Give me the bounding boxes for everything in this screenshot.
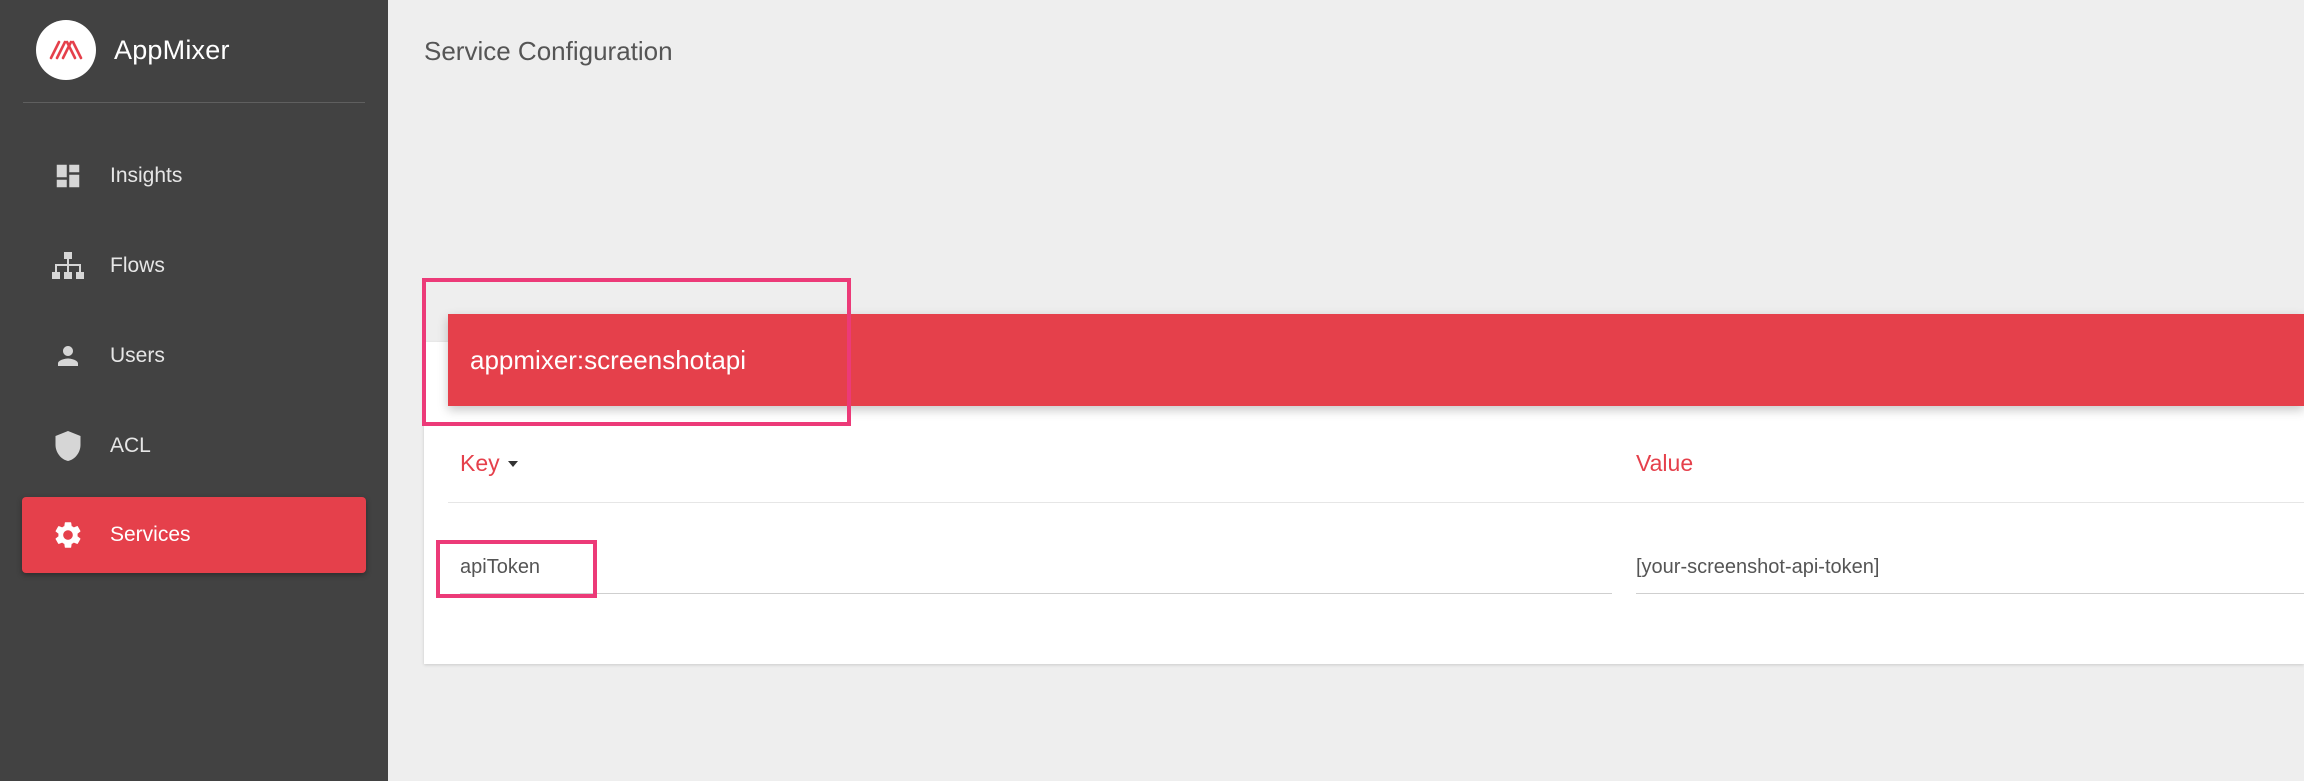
column-header-key[interactable]: Key <box>460 450 518 477</box>
sidebar-item-label: ACL <box>110 434 151 457</box>
service-name: appmixer:screenshotapi <box>470 344 747 375</box>
gear-icon <box>50 517 86 553</box>
sidebar: AppMixer Insights Flows Users ACL Servic… <box>0 0 388 781</box>
service-header[interactable]: appmixer:screenshotapi <box>448 314 2304 406</box>
sidebar-item-services[interactable]: Services <box>22 497 366 573</box>
value-input[interactable] <box>1636 548 2304 594</box>
sidebar-item-acl[interactable]: ACL <box>22 408 366 484</box>
brand[interactable]: AppMixer <box>36 20 230 80</box>
sidebar-divider <box>23 102 365 103</box>
sidebar-item-label: Flows <box>110 254 165 277</box>
sidebar-item-label: Insights <box>110 164 183 187</box>
person-icon <box>50 338 86 374</box>
table-header-divider <box>448 502 2304 503</box>
sidebar-item-flows[interactable]: Flows <box>22 228 366 304</box>
column-header-value[interactable]: Value <box>1636 450 1693 477</box>
sitemap-icon <box>50 248 86 284</box>
sidebar-item-users[interactable]: Users <box>22 318 366 394</box>
app-name: AppMixer <box>114 34 230 65</box>
sidebar-item-label: Services <box>110 523 191 546</box>
sidebar-item-insights[interactable]: Insights <box>22 138 366 214</box>
appmixer-logo-icon <box>36 20 96 80</box>
sidebar-item-label: Users <box>110 344 165 367</box>
page-title: Service Configuration <box>424 36 673 66</box>
shield-icon <box>50 428 86 464</box>
sort-desc-icon[interactable] <box>507 460 518 467</box>
dashboard-icon <box>50 158 86 194</box>
column-header-value-label: Value <box>1636 450 1694 476</box>
column-header-key-label: Key <box>460 450 500 476</box>
key-input[interactable] <box>460 548 1612 594</box>
